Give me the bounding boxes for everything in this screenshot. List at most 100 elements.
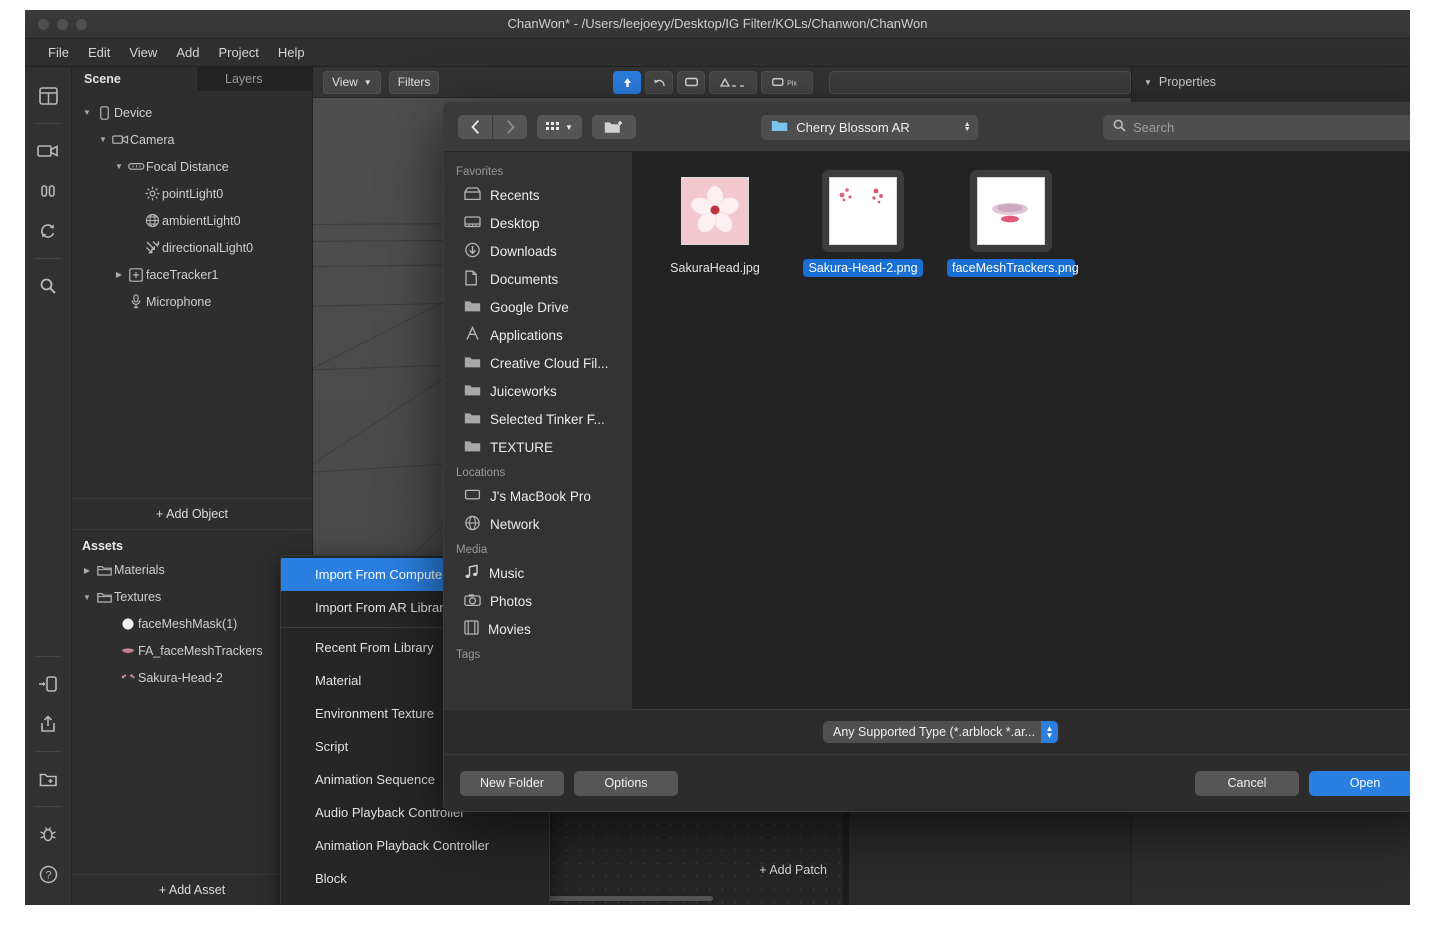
scene-node-pointlight0[interactable]: ▼ pointLight0 xyxy=(72,180,312,207)
menu-project[interactable]: Project xyxy=(209,42,267,63)
stepper-icon[interactable]: ▲ ▼ xyxy=(1040,721,1058,743)
sidebar-item-applications[interactable]: Applications xyxy=(444,321,632,349)
asset-node-label: Textures xyxy=(114,590,162,604)
asset-node-facemeshmask[interactable]: ▼ faceMeshMask(1) xyxy=(72,611,312,638)
menu-item-block[interactable]: Block xyxy=(281,862,549,895)
focal-distance-icon xyxy=(126,162,146,171)
tab-layers[interactable]: Layers xyxy=(197,67,312,91)
cancel-button[interactable]: Cancel xyxy=(1195,770,1299,796)
filters-dropdown-button[interactable]: Filters xyxy=(388,70,440,94)
help-icon[interactable]: ? xyxy=(31,857,65,891)
rectangle-icon[interactable] xyxy=(677,70,705,94)
sidebar-item-photos[interactable]: Photos xyxy=(444,587,632,615)
menu-view[interactable]: View xyxy=(120,42,166,63)
scene-node-label: Microphone xyxy=(146,294,212,309)
refresh-icon[interactable] xyxy=(31,214,65,248)
menu-add[interactable]: Add xyxy=(167,42,208,63)
file-thumbnail-wrapper xyxy=(970,170,1052,252)
options-button[interactable]: Options xyxy=(574,770,678,796)
file-item-sakura-head-2[interactable]: Sakura-Head-2.png xyxy=(803,170,923,277)
sidebar-item-selected-tinker-files[interactable]: Selected Tinker F... xyxy=(444,405,632,433)
scene-node-camera[interactable]: ▼ Camera xyxy=(72,126,312,153)
sidebar-item-downloads[interactable]: Downloads xyxy=(444,237,632,265)
sidebar-item-label: Movies xyxy=(488,621,531,637)
add-asset-button[interactable]: + Add Asset xyxy=(72,874,312,905)
scene-tree-empty-space xyxy=(72,315,312,498)
scene-node-directionallight0[interactable]: ▼ directionalLight0 xyxy=(72,234,312,261)
pause-icon[interactable] xyxy=(31,174,65,208)
scene-node-microphone[interactable]: ▼ Microphone xyxy=(72,288,312,315)
folder-icon xyxy=(94,564,114,576)
menu-item-label: Script xyxy=(315,739,349,754)
menu-item-animation-playback-controller[interactable]: Animation Playback Controller xyxy=(281,829,549,862)
screen-icon[interactable]: Pix xyxy=(761,70,813,94)
layout-icon[interactable] xyxy=(31,79,65,113)
path-dropdown[interactable]: Cherry Blossom AR ▲ ▼ xyxy=(761,114,978,140)
file-item-sakurahead[interactable]: SakuraHead.jpg xyxy=(655,170,775,277)
search-input[interactable]: Search xyxy=(1103,114,1410,140)
view-dropdown-button[interactable]: View ▼ xyxy=(323,70,381,94)
sidebar-item-recents[interactable]: Recents xyxy=(444,181,632,209)
twisty-down-icon[interactable]: ▼ xyxy=(96,135,110,144)
properties-panel-header[interactable]: ▼ Properties xyxy=(1132,67,1410,89)
send-to-device-icon[interactable] xyxy=(31,667,65,701)
menu-item-label: Gallery Texture xyxy=(315,904,402,905)
scene-node-facetracker1[interactable]: ▶ faceTracker1 xyxy=(72,261,312,288)
viewport-device-field[interactable] xyxy=(829,70,1131,94)
asset-node-sakura-head-2[interactable]: ▼ Sakura-Head-2 xyxy=(72,665,312,692)
sidebar-item-network[interactable]: Network xyxy=(444,510,632,538)
sidebar-item-desktop[interactable]: Desktop xyxy=(444,209,632,237)
scene-node-label: pointLight0 xyxy=(162,186,224,201)
twisty-right-icon[interactable]: ▶ xyxy=(80,566,94,575)
scene-node-focal-distance[interactable]: ▼ Focal Distance xyxy=(72,153,312,180)
sidebar-item-movies[interactable]: Movies xyxy=(444,615,632,643)
sidebar-item-texture[interactable]: TEXTURE xyxy=(444,433,632,461)
cursor-up-icon[interactable] xyxy=(613,70,641,94)
asset-node-materials[interactable]: ▶ Materials xyxy=(72,557,312,584)
icon-view-icon[interactable]: ▼ xyxy=(537,115,582,139)
menu-help[interactable]: Help xyxy=(269,42,314,63)
twisty-down-icon[interactable]: ▼ xyxy=(80,108,94,117)
file-type-dropdown[interactable]: Any Supported Type (*.arblock *.ar... ▲ ▼ xyxy=(823,721,1058,743)
search-icon[interactable] xyxy=(31,269,65,303)
menu-file[interactable]: File xyxy=(39,42,78,63)
add-patch-button[interactable]: + Add Patch xyxy=(759,863,827,877)
file-thumbnail-wrapper xyxy=(674,170,756,252)
downloads-icon xyxy=(464,242,481,261)
chevron-right-icon[interactable] xyxy=(493,115,527,139)
file-item-facemeshtrackers[interactable]: faceMeshTrackers.png xyxy=(947,170,1079,277)
menu-item-label: Recent From Library xyxy=(315,640,434,655)
microphone-icon xyxy=(126,294,146,309)
upload-icon[interactable] xyxy=(31,707,65,741)
asset-node-textures[interactable]: ▼ Textures xyxy=(72,584,312,611)
asset-node-fa-facemeshtrackers[interactable]: ▼ FA_faceMeshTrackers xyxy=(72,638,312,665)
add-object-button[interactable]: + Add Object xyxy=(72,497,312,529)
scene-node-ambientlight0[interactable]: ▼ ambientLight0 xyxy=(72,207,312,234)
sidebar-item-creative-cloud-files[interactable]: Creative Cloud Fil... xyxy=(444,349,632,377)
open-button[interactable]: Open xyxy=(1309,770,1410,796)
options-label: Options xyxy=(604,776,648,790)
sidebar-item-music[interactable]: Music xyxy=(444,559,632,587)
texture-white-circle-icon xyxy=(118,617,138,631)
menu-edit[interactable]: Edit xyxy=(79,42,119,63)
twisty-down-icon[interactable]: ▼ xyxy=(80,593,94,602)
undo-icon[interactable] xyxy=(645,70,673,94)
chevron-left-icon[interactable] xyxy=(458,115,492,139)
title-bar: ChanWon* - /Users/leejoeyy/Desktop/IG Fi… xyxy=(25,10,1410,39)
sidebar-item-macbook-pro[interactable]: J's MacBook Pro xyxy=(444,482,632,510)
twisty-down-icon[interactable]: ▼ xyxy=(1144,78,1152,87)
shapes-icon[interactable] xyxy=(709,70,757,94)
twisty-down-icon[interactable]: ▼ xyxy=(112,162,126,171)
tab-scene[interactable]: Scene xyxy=(72,67,197,91)
scene-node-device[interactable]: ▼ Device xyxy=(72,99,312,126)
new-folder-icon[interactable] xyxy=(591,115,636,139)
camera-icon[interactable] xyxy=(31,134,65,168)
bug-icon[interactable] xyxy=(31,817,65,851)
new-folder-button[interactable]: New Folder xyxy=(460,770,564,796)
sidebar-item-google-drive[interactable]: Google Drive xyxy=(444,293,632,321)
file-browser-grid[interactable]: SakuraHead.jpg Sakura-Head-2.png faceMes… xyxy=(633,152,1410,709)
sidebar-item-documents[interactable]: Documents xyxy=(444,265,632,293)
new-folder-icon[interactable] xyxy=(31,762,65,796)
twisty-right-icon[interactable]: ▶ xyxy=(112,270,126,279)
sidebar-item-juiceworks[interactable]: Juiceworks xyxy=(444,377,632,405)
